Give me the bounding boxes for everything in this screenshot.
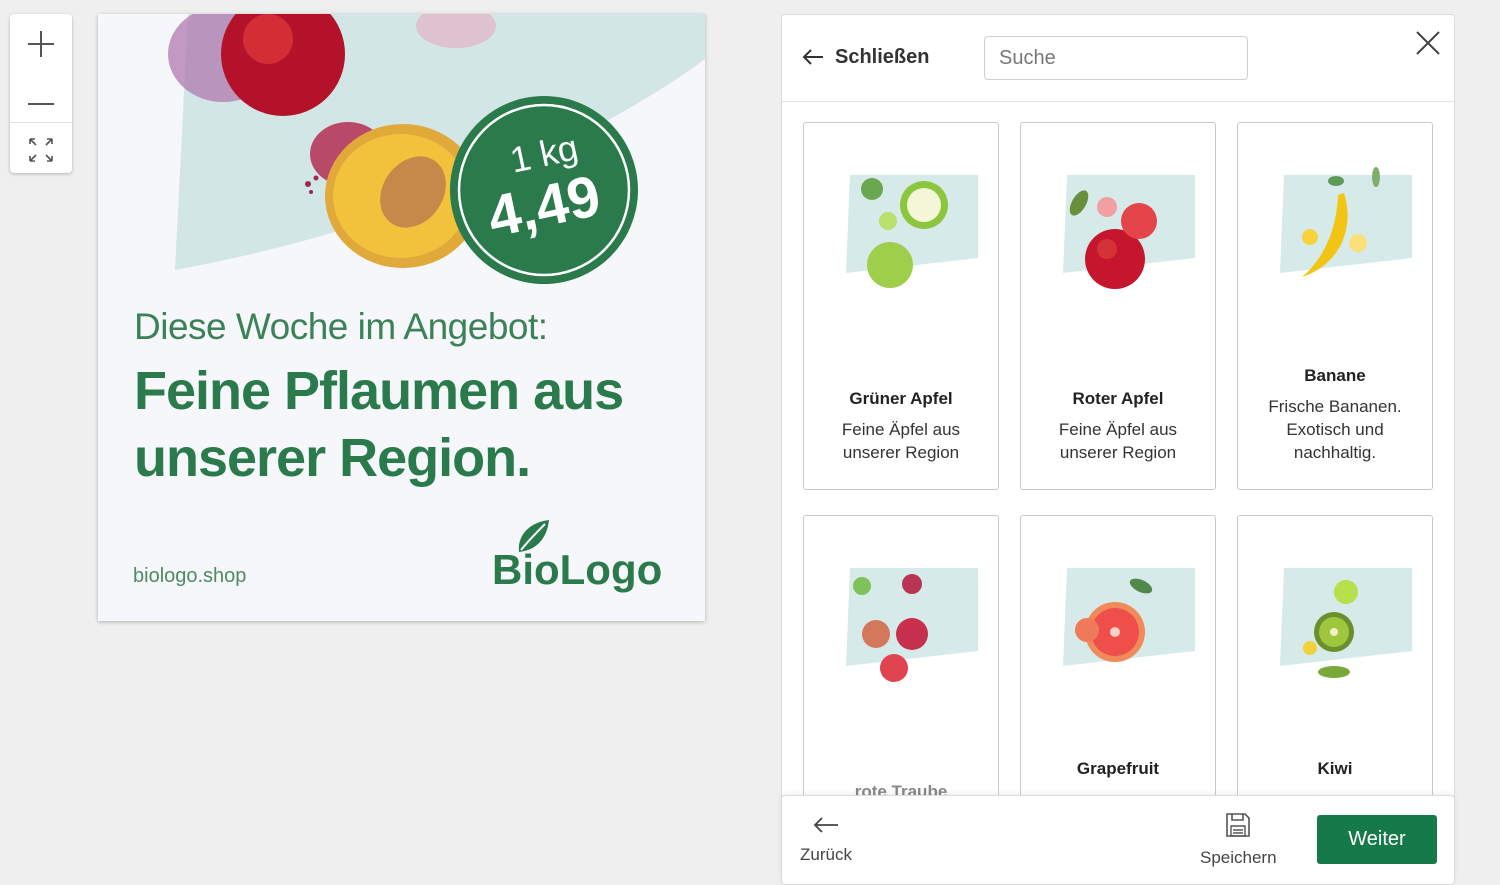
fit-to-screen-button[interactable] — [10, 127, 72, 173]
card-text: Grapefruit — [1021, 759, 1215, 788]
plus-icon — [28, 31, 54, 57]
product-image — [1280, 568, 1412, 678]
product-image — [846, 175, 978, 288]
save-button[interactable]: Speichern — [1200, 811, 1277, 868]
price-badge: 1 kg 4,49 — [449, 95, 639, 285]
product-image — [1063, 175, 1195, 289]
product-image — [1280, 167, 1412, 277]
card-description: Feine Äpfel aus — [841, 420, 961, 439]
back-button[interactable]: Zurück — [800, 814, 852, 865]
close-label: Schließen — [835, 45, 930, 68]
zoom-out-button[interactable] — [10, 72, 72, 116]
back-label: Zurück — [800, 845, 852, 864]
panel-footer: Zurück Speichern Weiter — [781, 795, 1455, 885]
card-description: Frische Bananen. — [1268, 397, 1402, 416]
ad-url: biologo.shop — [133, 565, 247, 587]
ad-headline: Feine Pflaumen aus unserer Region. — [134, 358, 694, 492]
save-icon — [1226, 813, 1251, 837]
save-label: Speichern — [1200, 848, 1277, 867]
zoom-controls — [10, 14, 72, 173]
product-image — [846, 568, 978, 682]
card-description: Feine Äpfel aus — [1058, 420, 1178, 439]
ad-headline-line: unserer Region. — [134, 428, 531, 488]
card-text: Kiwi — [1238, 759, 1432, 788]
product-card[interactable]: Banane Frische Bananen. Exotisch und nac… — [1237, 122, 1433, 490]
card-title: Roter Apfel — [1072, 389, 1164, 408]
zoom-in-button[interactable] — [10, 22, 72, 66]
card-title: Banane — [1304, 366, 1366, 385]
expand-icon — [29, 138, 53, 162]
card-text: Roter Apfel Feine Äpfel aus unserer Regi… — [1021, 389, 1215, 464]
ad-canvas[interactable]: 1 kg 4,49 Diese Woche im Angebot: Feine … — [98, 14, 705, 621]
arrow-left-icon — [802, 49, 823, 65]
card-description: unserer Region — [1059, 443, 1177, 462]
minus-icon — [28, 103, 54, 105]
ad-headline-line: Feine Pflaumen aus — [134, 361, 624, 421]
card-text: Grüner Apfel Feine Äpfel aus unserer Reg… — [804, 389, 998, 464]
product-card[interactable]: Roter Apfel Feine Äpfel aus unserer Regi… — [1020, 122, 1216, 490]
card-title: Kiwi — [1317, 759, 1353, 778]
divider — [10, 122, 72, 123]
arrow-left-icon — [813, 817, 838, 833]
card-description: unserer Region — [842, 443, 960, 462]
product-card[interactable]: Grüner Apfel Feine Äpfel aus unserer Reg… — [803, 122, 999, 490]
card-title: Grüner Apfel — [849, 389, 953, 408]
product-image — [1063, 568, 1195, 666]
panel-header: Schließen — [782, 15, 1454, 102]
next-button[interactable]: Weiter — [1317, 815, 1437, 864]
card-description: nachhaltig. — [1293, 443, 1377, 462]
card-title: Grapefruit — [1076, 759, 1160, 778]
template-picker-panel: Schließen Grüner Apfel Feine Äpfel aus u… — [781, 14, 1455, 885]
card-text: Banane Frische Bananen. Exotisch und nac… — [1238, 366, 1432, 464]
close-icon[interactable] — [1414, 29, 1442, 57]
search-input[interactable] — [984, 36, 1248, 80]
card-description: Exotisch und — [1286, 420, 1384, 439]
close-back-button[interactable]: Schließen — [801, 45, 929, 69]
ad-intro-text: Diese Woche im Angebot: — [134, 306, 548, 347]
brand-logo: BioLogo — [492, 546, 663, 593]
